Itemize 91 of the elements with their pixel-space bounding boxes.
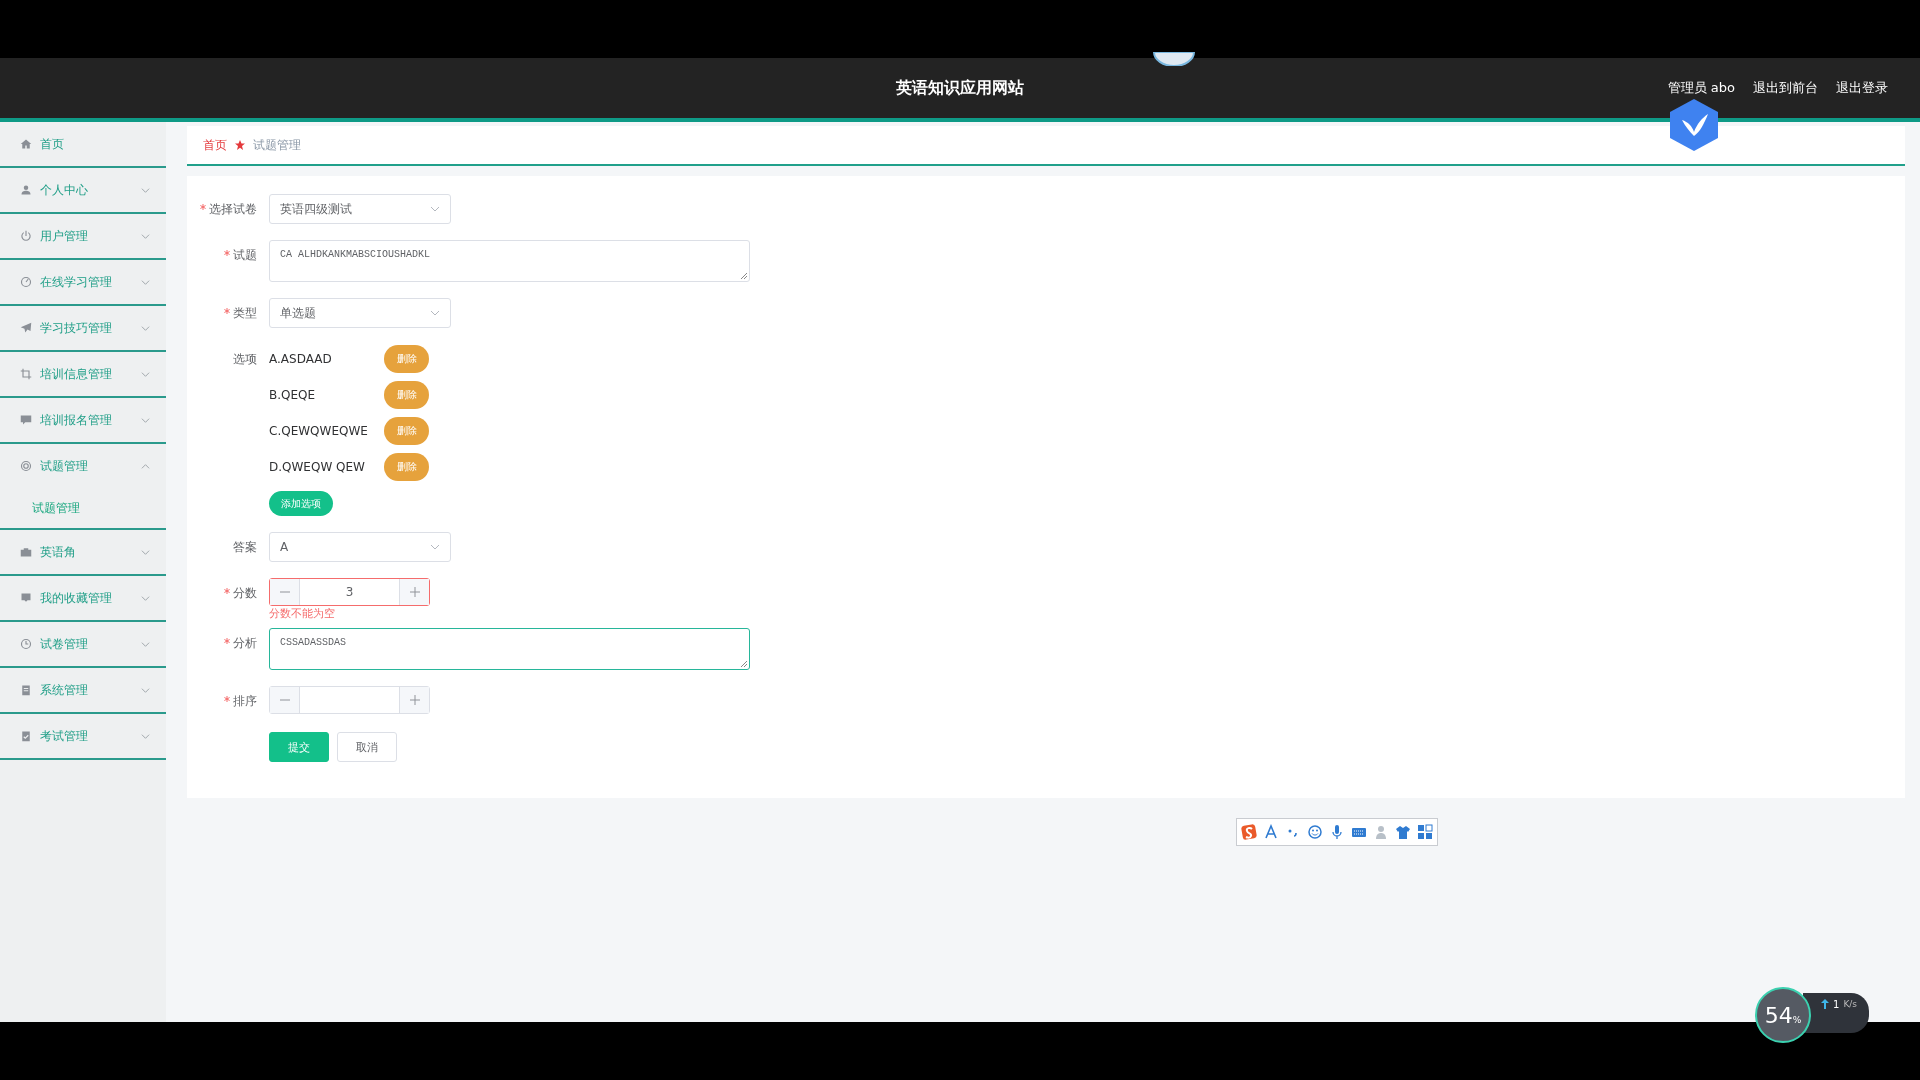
option-text: C.QEWQWEQWE <box>269 424 369 438</box>
user-icon <box>20 184 32 196</box>
plus-icon <box>409 695 420 705</box>
breadcrumb-link[interactable]: 首页 <box>203 136 227 154</box>
ime-logo-icon[interactable] <box>1241 824 1257 840</box>
sidebar-item[interactable]: 用户管理 <box>0 214 166 260</box>
percent-sign: % <box>1792 1015 1802 1025</box>
option-text: A.ASDAAD <box>269 352 333 366</box>
breadcrumb-link[interactable]: 试题管理 <box>253 136 301 154</box>
gauge-icon <box>20 276 32 288</box>
usage-percent: 54 <box>1764 1002 1793 1028</box>
delete-button[interactable]: 删除 <box>384 381 429 409</box>
speed-unit: K/s <box>1843 999 1857 1009</box>
delete-button[interactable]: 删除 <box>384 453 429 481</box>
chevron-icon <box>141 369 150 379</box>
clipboard-check-icon <box>20 730 32 742</box>
site-title: 英语知识应用网站 <box>896 77 1024 97</box>
sidebar-item[interactable]: 英语角 <box>0 530 166 576</box>
header-link[interactable]: 退出到前台 <box>1753 79 1818 97</box>
submit-button[interactable]: 提交 <box>269 732 329 762</box>
text-area[interactable]: CSSADASSDAS <box>269 628 750 670</box>
person-icon[interactable] <box>1373 824 1389 840</box>
sidebar-item[interactable]: 我的收藏管理 <box>0 576 166 622</box>
header-link[interactable]: 退出登录 <box>1836 79 1888 97</box>
select-field[interactable]: 单选题 <box>269 298 451 328</box>
field-label: 排序 <box>233 694 257 708</box>
option-text: B.QEQE <box>269 388 317 402</box>
lifebuoy-icon <box>20 460 32 472</box>
microphone-icon[interactable] <box>1329 824 1345 840</box>
sidebar-item[interactable]: 试题管理 <box>0 444 166 488</box>
resize-handle-icon[interactable] <box>740 660 748 668</box>
caret-icon <box>430 542 440 552</box>
clipboard-icon <box>20 684 32 696</box>
chevron-icon <box>141 547 150 557</box>
caret-icon <box>430 204 440 214</box>
crop-icon <box>20 368 32 380</box>
sidebar-item[interactable]: 培训报名管理 <box>0 398 166 444</box>
tray-icon <box>20 592 32 604</box>
paper-plane-icon <box>20 322 32 334</box>
chevron-icon <box>141 185 150 195</box>
upload-arrow-icon <box>1821 999 1829 1009</box>
chevron-icon <box>141 461 150 471</box>
delete-button[interactable]: 删除 <box>384 417 429 445</box>
sidebar-item[interactable]: 系统管理 <box>0 668 166 714</box>
field-label: 选择试卷 <box>209 202 257 216</box>
error-message: 分数不能为空 <box>269 607 336 620</box>
sidebar-item[interactable]: 首页 <box>0 122 166 168</box>
smiley-icon[interactable] <box>1307 824 1323 840</box>
select-field[interactable]: 英语四级测试 <box>269 194 451 224</box>
clock-icon <box>20 638 32 650</box>
field-label: 选项 <box>233 352 257 366</box>
sidebar-item[interactable]: 培训信息管理 <box>0 352 166 398</box>
chevron-icon <box>141 231 150 241</box>
select-field[interactable]: A <box>269 532 451 562</box>
chevron-icon <box>141 685 150 695</box>
sidebar-subitem[interactable]: 试题管理 <box>0 488 166 530</box>
field-label: 试题 <box>233 248 257 262</box>
cancel-button[interactable]: 取消 <box>337 732 397 762</box>
power-icon <box>20 230 32 242</box>
shirt-icon[interactable] <box>1395 824 1411 840</box>
home-icon <box>20 138 32 150</box>
field-label: 类型 <box>233 306 257 320</box>
caret-icon <box>430 308 440 318</box>
sidebar-item[interactable]: 考试管理 <box>0 714 166 760</box>
chevron-icon <box>141 323 150 333</box>
plus-icon <box>409 587 420 597</box>
resize-handle-icon[interactable] <box>740 272 748 280</box>
option-text: D.QWEQW QEW <box>269 460 366 474</box>
sidebar-item[interactable]: 试卷管理 <box>0 622 166 668</box>
speed-value: 1 <box>1833 999 1840 1010</box>
chevron-icon <box>141 593 150 603</box>
sidebar-item[interactable]: 学习技巧管理 <box>0 306 166 352</box>
sidebar-item[interactable]: 在线学习管理 <box>0 260 166 306</box>
field-label: 答案 <box>233 540 257 554</box>
delete-button[interactable]: 删除 <box>384 345 429 373</box>
field-label: 分析 <box>233 636 257 650</box>
field-label: 分数 <box>233 586 257 600</box>
chevron-icon <box>141 277 150 287</box>
user-label: 管理员 abo <box>1667 79 1735 97</box>
sidebar-item[interactable]: 个人中心 <box>0 168 166 214</box>
grid-icon[interactable] <box>1417 824 1433 840</box>
briefcase-icon <box>20 546 32 558</box>
separator-icon <box>235 140 245 150</box>
chevron-icon <box>141 639 150 649</box>
text-area[interactable]: CA ALHDKANKMABSCIOUSHADKL <box>269 240 750 282</box>
number-value: 3 <box>345 585 354 599</box>
add-option-button[interactable]: 添加选项 <box>269 491 333 516</box>
chevron-icon <box>141 415 150 425</box>
chevron-icon <box>141 731 150 741</box>
chat-icon <box>20 414 32 426</box>
font-icon[interactable] <box>1263 824 1279 840</box>
